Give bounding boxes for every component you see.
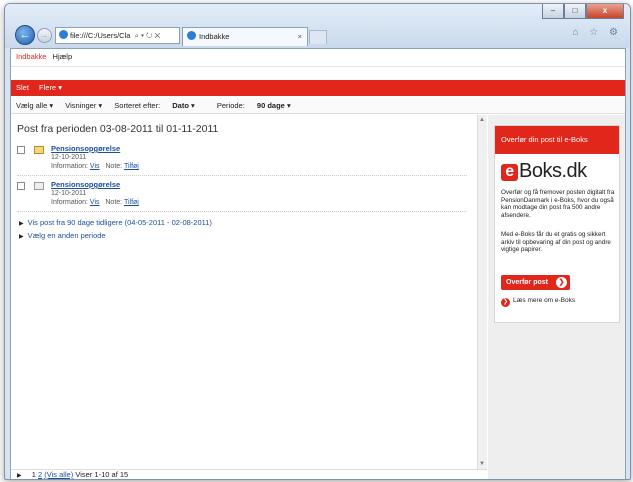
new-tab-button[interactable] — [309, 30, 327, 44]
info-view-link[interactable]: Vis — [90, 199, 100, 206]
period-dropdown[interactable]: Periode: 90 dage ▾ — [217, 101, 301, 110]
info-view-link[interactable]: Vis — [90, 163, 100, 170]
minimize-button[interactable]: – — [542, 4, 564, 19]
item-title-link[interactable]: Pensionsopgørelse — [51, 180, 120, 189]
period-arrow-icon: ▾ — [286, 101, 291, 110]
item-info: Information: Vis Note: Tilføj — [51, 199, 139, 206]
chevron-right-icon: ▶ — [19, 221, 24, 227]
read-more-label: Læs mere om e-Boks — [513, 297, 576, 304]
pagination: ▶ 1 2 (Vis alle) Viser 1-10 af 15 — [11, 469, 487, 479]
note-label: Note: — [105, 199, 123, 206]
scroll-down-icon[interactable]: ▼ — [479, 461, 485, 467]
sort-value: Dato — [172, 101, 189, 110]
promo-text-1: Overfør og få fremover posten digitalt f… — [501, 189, 615, 219]
address-bar[interactable]: file:///C:/Users/Cla ⌕ ▾ ↻ ✕ — [55, 27, 180, 44]
eboks-logo-mark: e — [501, 164, 518, 181]
maximize-button[interactable]: □ — [564, 4, 586, 19]
window-controls: – □ x — [542, 4, 624, 19]
ie-page-icon — [59, 30, 68, 39]
promo-header: Overfør din post til e-Boks — [495, 126, 619, 154]
transfer-post-button[interactable]: Overfør post ❯ — [501, 275, 570, 290]
envelope-closed-icon — [34, 146, 44, 154]
transfer-post-label: Overfør post — [506, 279, 549, 286]
period-label: Periode: — [216, 101, 245, 110]
action-bar: Slet Flere ▾ — [11, 80, 625, 96]
earlier-posts-link[interactable]: ▶ Vis post fra 90 dage tidligere (04-05-2… — [19, 218, 212, 227]
nav-inbox-link[interactable]: Indbakke — [16, 52, 46, 61]
sidebar: Overfør din post til e-Boks e Boks.dk Ove… — [488, 115, 625, 479]
more-dropdown[interactable]: Flere ▾ — [39, 83, 62, 92]
eboks-promo: Overfør din post til e-Boks e Boks.dk Ove… — [494, 125, 620, 323]
toolbar-icons[interactable]: ⌂ ☆ ⚙ — [572, 27, 622, 38]
item-title-link[interactable]: Pensionsopgørelse — [51, 144, 120, 153]
select-all-dropdown[interactable]: Vælg alle ▾ — [16, 101, 53, 110]
note-add-link[interactable]: Tilføj — [124, 163, 139, 170]
address-controls[interactable]: ⌕ ▾ ↻ ✕ — [135, 31, 161, 40]
top-navigation: Indbakke Hjælp — [11, 49, 625, 67]
browser-window: – □ x ← → file:///C:/Users/Cla ⌕ ▾ ↻ ✕ I… — [4, 3, 631, 480]
ie-tab-icon — [187, 31, 196, 40]
browser-chrome: – □ x ← → file:///C:/Users/Cla ⌕ ▾ ↻ ✕ I… — [5, 4, 630, 48]
arrow-right-icon: ❯ — [556, 277, 567, 288]
show-all-link[interactable]: (Vis alle) — [44, 470, 73, 479]
item-info: Information: Vis Note: Tilføj — [51, 163, 139, 170]
envelope-open-icon — [34, 182, 44, 190]
filter-bar: Vælg alle ▾ Visninger ▾ Sorteret efter: … — [11, 98, 625, 114]
scroll-up-icon[interactable]: ▲ — [479, 117, 485, 123]
page-2-link[interactable]: 2 — [38, 470, 42, 479]
nav-help-link[interactable]: Hjælp — [53, 52, 73, 61]
views-dropdown[interactable]: Visninger ▾ — [65, 101, 102, 110]
earlier-posts-label: Vis post fra 90 dage tidligere (04-05-20… — [27, 218, 212, 227]
delete-button[interactable]: Slet — [16, 83, 29, 92]
eboks-logo-text: Boks.dk — [519, 160, 587, 182]
choose-period-label: Vælg en anden periode — [27, 231, 106, 240]
read-more-link[interactable]: ❯ Læs mere om e-Boks — [501, 297, 575, 307]
promo-text-2: Med e-Boks får du et gratis og sikkert a… — [501, 231, 611, 253]
pager-summary: Viser 1-10 af 15 — [75, 470, 129, 479]
chevron-right-icon: ▶ — [19, 234, 24, 240]
sort-dropdown[interactable]: Sorteret efter: Dato ▾ — [114, 101, 204, 110]
list-item: Pensionsopgørelse 12-10-2011 Information… — [17, 179, 467, 212]
item-date: 12-10-2011 — [51, 154, 87, 161]
page-title: Post fra perioden 03-08-2011 til 01-11-2… — [17, 123, 219, 135]
item-checkbox[interactable] — [17, 182, 25, 190]
sort-label: Sorteret efter: — [114, 101, 161, 110]
close-window-button[interactable]: x — [586, 4, 624, 19]
message-list-pane: Post fra perioden 03-08-2011 til 01-11-2… — [11, 115, 477, 469]
back-arrow-icon[interactable]: ← — [15, 25, 35, 45]
item-date: 12-10-2011 — [51, 190, 87, 197]
list-item: Pensionsopgørelse 12-10-2011 Information… — [17, 143, 467, 176]
eboks-logo: e Boks.dk — [501, 160, 587, 183]
scrollbar[interactable]: ▲ ▼ — [477, 115, 487, 469]
forward-arrow-icon[interactable]: → — [37, 28, 52, 43]
pager-arrow-icon[interactable]: ▶ — [17, 473, 22, 479]
tab-title: Indbakke — [199, 32, 230, 41]
period-value: 90 dage — [256, 101, 285, 110]
tab-close-icon[interactable]: × — [298, 28, 302, 45]
note-add-link[interactable]: Tilføj — [124, 199, 139, 206]
sort-arrow-icon: ▾ — [191, 101, 195, 110]
arrow-right-circle-icon: ❯ — [501, 298, 510, 307]
info-label: Information: — [51, 163, 88, 170]
page-1-link[interactable]: 1 — [32, 470, 36, 479]
item-checkbox[interactable] — [17, 146, 25, 154]
choose-period-link[interactable]: ▶ Vælg en anden periode — [19, 231, 106, 240]
page-content: Indbakke Hjælp Slet Flere ▾ Vælg alle ▾ … — [10, 48, 626, 479]
address-text: file:///C:/Users/Cla — [70, 31, 131, 40]
tab-indbakke[interactable]: Indbakke × — [182, 27, 308, 46]
note-label: Note: — [105, 163, 123, 170]
info-label: Information: — [51, 199, 88, 206]
